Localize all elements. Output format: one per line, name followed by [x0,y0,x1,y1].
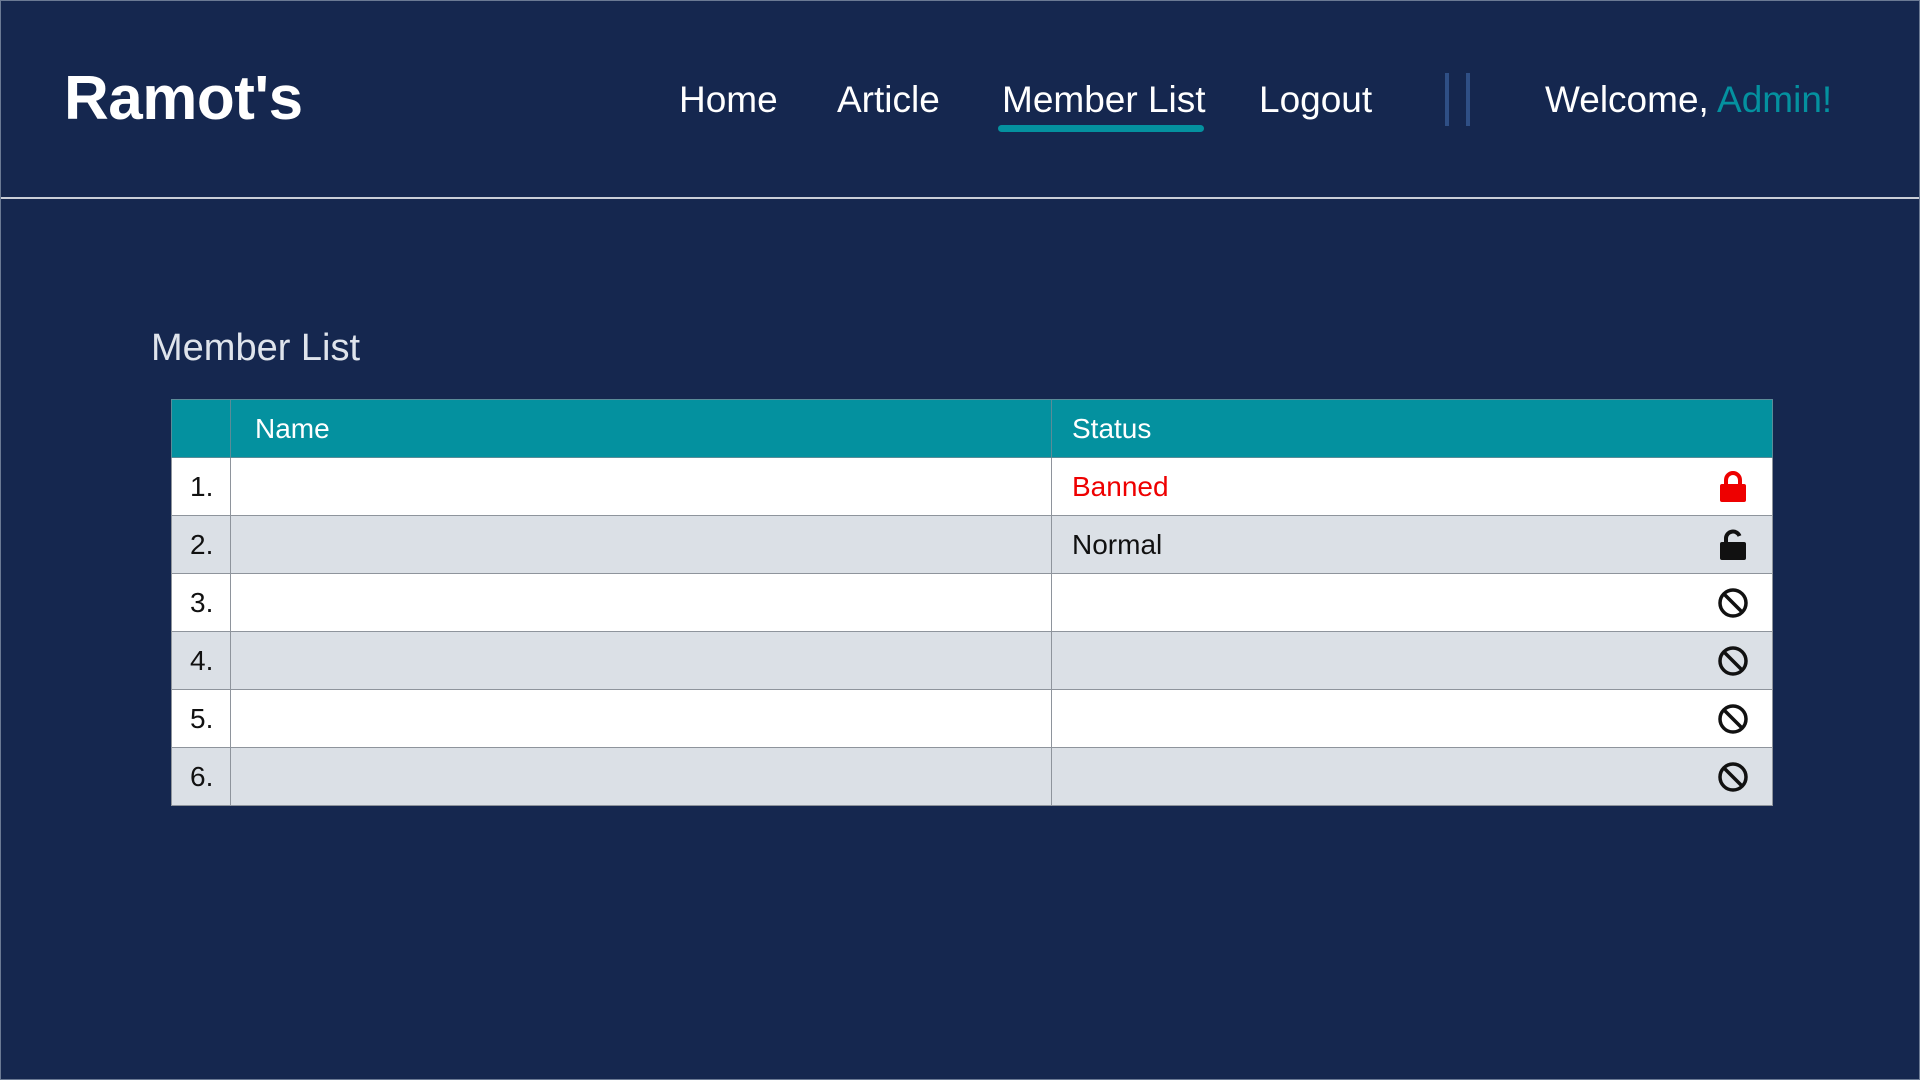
member-status-cell [1051,573,1773,632]
column-header-name: Name [230,399,1052,458]
ban-icon[interactable] [1716,586,1750,620]
table-header-row: Name Status [171,399,1773,458]
lock-open-icon[interactable] [1716,528,1750,562]
member-name-cell [230,573,1052,632]
row-number: 4. [171,631,231,690]
member-name-cell [230,457,1052,516]
welcome-prefix: Welcome, [1545,79,1718,120]
member-name-cell [230,747,1052,806]
lock-closed-icon[interactable] [1716,470,1750,504]
table-row: 1. Banned [171,457,1773,516]
nav-member-list[interactable]: Member List [1002,79,1206,121]
table-row: 3. [171,573,1773,632]
row-number: 3. [171,573,231,632]
member-name-cell [230,631,1052,690]
member-name-cell [230,689,1052,748]
row-number: 1. [171,457,231,516]
column-header-status: Status [1051,399,1773,458]
ban-icon[interactable] [1716,760,1750,794]
member-status-cell [1051,747,1773,806]
nav-active-indicator [998,125,1204,132]
ban-icon[interactable] [1716,702,1750,736]
app-page: Ramot's Home Article Member List Logout … [0,0,1920,1080]
status-text: Normal [1072,528,1163,560]
brand-logo[interactable]: Ramot's [64,63,303,134]
nav-article[interactable]: Article [837,79,940,121]
nav-home[interactable]: Home [679,79,778,121]
welcome-message: Welcome, Admin! [1545,79,1832,121]
page-title: Member List [151,327,361,369]
ban-icon[interactable] [1716,644,1750,678]
member-status-cell [1051,689,1773,748]
table-row: 5. [171,689,1773,748]
welcome-username[interactable]: Admin! [1717,79,1832,120]
nav-logout[interactable]: Logout [1259,79,1372,121]
nav-divider [1466,73,1470,126]
nav-divider [1445,73,1449,126]
table-row: 2. Normal [171,515,1773,574]
table-row: 4. [171,631,1773,690]
member-status-cell: Normal [1051,515,1773,574]
column-header-number [171,399,231,458]
member-table: Name Status 1. Banned 2. Normal 3. 4. 5.… [171,399,1773,806]
top-header: Ramot's Home Article Member List Logout … [1,1,1919,199]
member-status-cell: Banned [1051,457,1773,516]
member-status-cell [1051,631,1773,690]
row-number: 6. [171,747,231,806]
table-row: 6. [171,747,1773,806]
member-name-cell [230,515,1052,574]
status-text: Banned [1072,470,1169,502]
row-number: 5. [171,689,231,748]
row-number: 2. [171,515,231,574]
